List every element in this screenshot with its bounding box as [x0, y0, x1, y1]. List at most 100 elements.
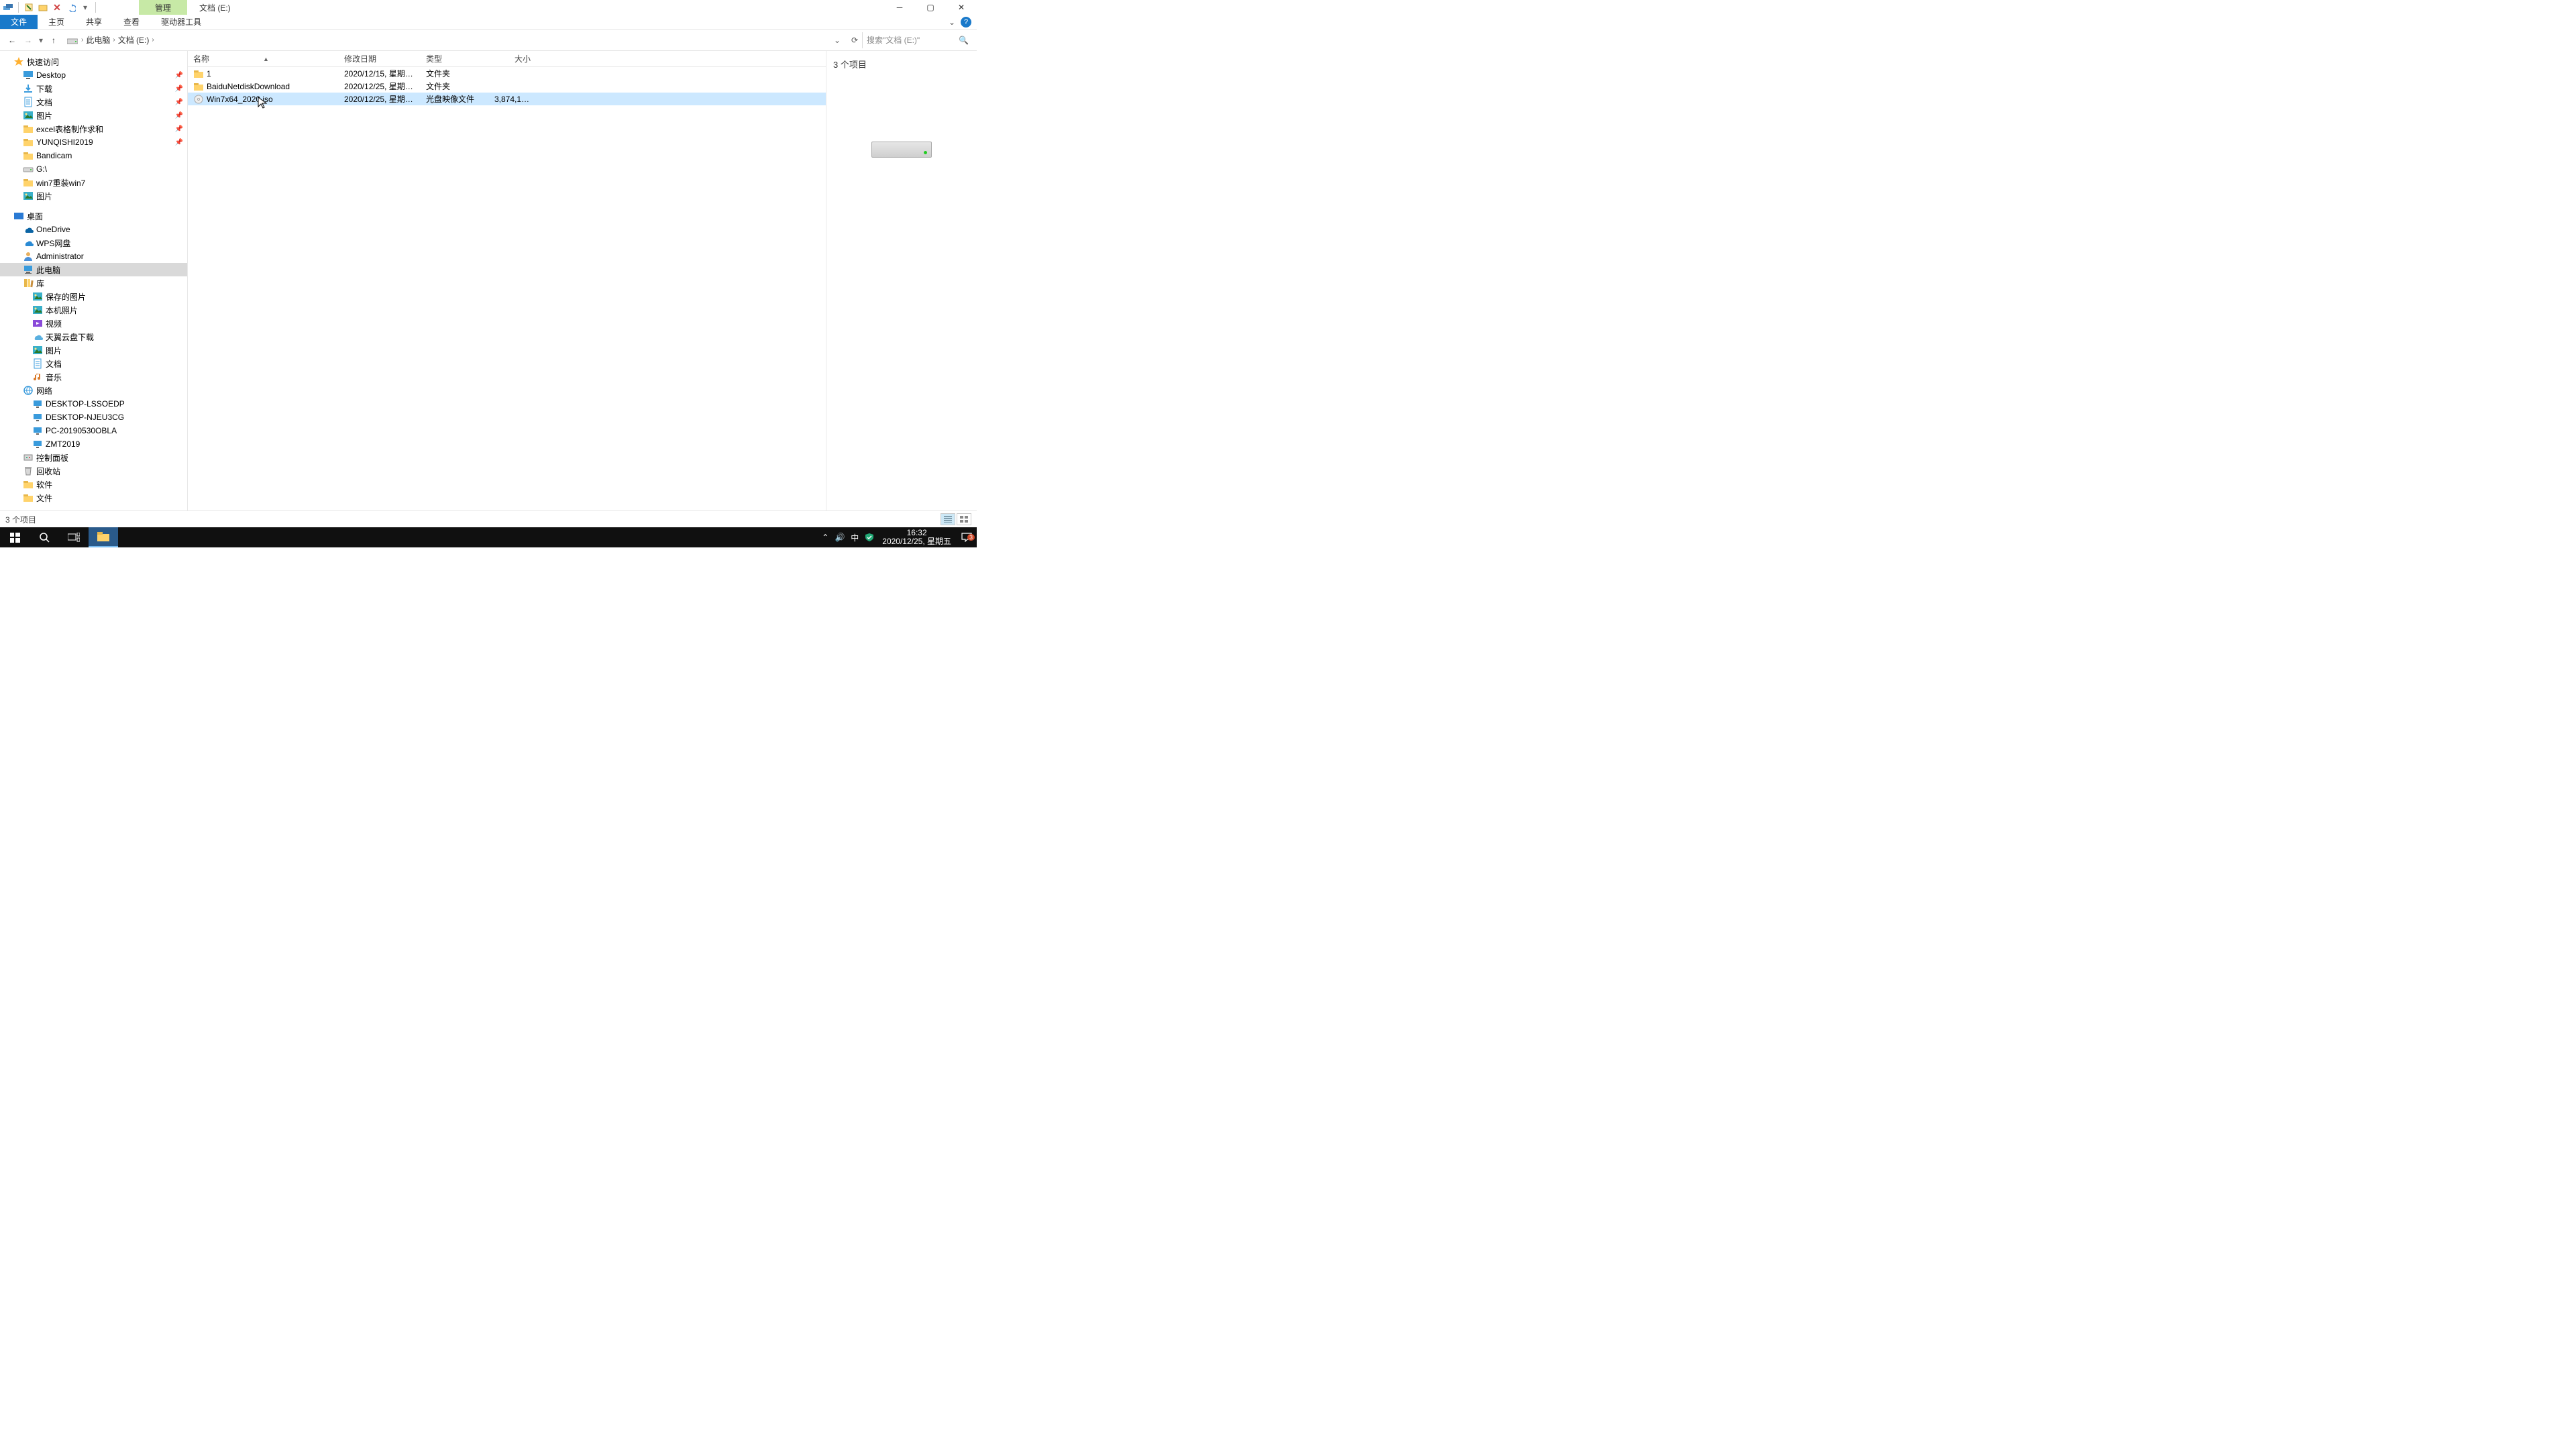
tree-node[interactable]: 软件: [0, 478, 187, 491]
address-dropdown-icon[interactable]: ⌄: [830, 36, 845, 45]
tree-node[interactable]: 库: [0, 276, 187, 290]
taskbar-clock[interactable]: 16:32 2020/12/25, 星期五: [877, 529, 957, 546]
tree-node[interactable]: 桌面: [0, 209, 187, 223]
col-type[interactable]: 类型: [421, 53, 489, 64]
tree-node[interactable]: 图片📌: [0, 109, 187, 122]
tree-node[interactable]: Administrator: [0, 250, 187, 263]
quick-access-toolbar: ✕ ▾: [0, 2, 97, 13]
nav-recent-dropdown[interactable]: ▾: [36, 32, 46, 48]
search-icon[interactable]: 🔍: [959, 36, 969, 45]
doc-icon: [32, 358, 43, 369]
tree-node[interactable]: YUNQISHI2019📌: [0, 136, 187, 149]
file-row[interactable]: BaiduNetdiskDownload2020/12/25, 星期五 1...…: [188, 80, 826, 93]
ime-indicator[interactable]: 中: [847, 532, 862, 543]
tree-node[interactable]: excel表格制作求和📌: [0, 122, 187, 136]
refresh-button[interactable]: ⟳: [847, 36, 862, 45]
explorer-taskbar-button[interactable]: [89, 527, 118, 547]
breadcrumb[interactable]: › 此电脑 › 文档 (E:) › ⌄: [64, 32, 845, 48]
tree-node[interactable]: 快速访问: [0, 55, 187, 68]
nav-up-button[interactable]: ↑: [46, 32, 62, 48]
tree-label: 音乐: [46, 372, 62, 383]
tree-node[interactable]: 文档📌: [0, 95, 187, 109]
taskview-button[interactable]: [59, 527, 89, 547]
user-icon: [23, 251, 34, 262]
volume-icon[interactable]: 🔊: [833, 533, 847, 542]
tree-node[interactable]: 回收站: [0, 464, 187, 478]
qat-undo-icon[interactable]: [66, 2, 76, 13]
tree-node[interactable]: ZMT2019: [0, 437, 187, 451]
col-date[interactable]: 修改日期: [339, 53, 421, 64]
col-size[interactable]: 大小: [489, 53, 536, 64]
tree-node[interactable]: 文档: [0, 357, 187, 370]
tree-node[interactable]: 图片: [0, 189, 187, 203]
tree-node[interactable]: PC-20190530OBLA: [0, 424, 187, 437]
tree-node[interactable]: Bandicam: [0, 149, 187, 162]
search-input[interactable]: 搜索"文档 (E:)" 🔍: [862, 32, 973, 48]
tree-node[interactable]: DESKTOP-NJEU3CG: [0, 411, 187, 424]
tree-node[interactable]: 本机照片: [0, 303, 187, 317]
pin-icon: 📌: [175, 99, 183, 106]
minimize-button[interactable]: ─: [884, 3, 915, 12]
tree-node[interactable]: Desktop📌: [0, 68, 187, 82]
tree-node[interactable]: OneDrive: [0, 223, 187, 236]
ribbon-tab-view[interactable]: 查看: [113, 15, 150, 29]
ribbon-tab-home[interactable]: 主页: [38, 15, 75, 29]
tree-node[interactable]: 控制面板: [0, 451, 187, 464]
nav-forward-button[interactable]: →: [20, 32, 36, 48]
ribbon-collapse-icon[interactable]: ⌄: [949, 17, 955, 27]
search-button[interactable]: [30, 527, 59, 547]
help-icon[interactable]: ?: [961, 17, 971, 28]
tree-node[interactable]: 音乐: [0, 370, 187, 384]
file-list[interactable]: 名称▲ 修改日期 类型 大小 12020/12/15, 星期二 1...文件夹B…: [188, 51, 826, 531]
tree-node[interactable]: WPS网盘: [0, 236, 187, 250]
tree-node[interactable]: 网络: [0, 384, 187, 397]
doc-icon: [23, 97, 34, 107]
qat-dropdown-icon[interactable]: ▾: [80, 2, 91, 13]
tree-label: Administrator: [36, 252, 84, 261]
security-icon[interactable]: [862, 533, 877, 542]
file-row[interactable]: 12020/12/15, 星期二 1...文件夹: [188, 67, 826, 80]
view-icons-button[interactable]: [957, 513, 971, 525]
notification-badge: 3: [967, 534, 975, 541]
maximize-button[interactable]: ▢: [915, 3, 946, 12]
folder-icon: [23, 177, 34, 188]
ribbon-context-tab[interactable]: 管理: [139, 0, 187, 15]
tree-node[interactable]: win7重装win7: [0, 176, 187, 189]
tree-node[interactable]: 下载📌: [0, 82, 187, 95]
tree-node[interactable]: 保存的图片: [0, 290, 187, 303]
tray-overflow-icon[interactable]: ⌃: [818, 533, 833, 542]
search-placeholder: 搜索"文档 (E:)": [867, 34, 920, 46]
view-details-button[interactable]: [941, 513, 955, 525]
tree-node[interactable]: 文件: [0, 491, 187, 504]
crumb-drive[interactable]: 文档 (E:): [116, 34, 152, 46]
tree-node[interactable]: 视频: [0, 317, 187, 330]
action-center-button[interactable]: 3: [957, 533, 977, 542]
nav-back-button[interactable]: ←: [4, 32, 20, 48]
qat-newfolder-icon[interactable]: [38, 2, 48, 13]
file-row[interactable]: Win7x64_2020.iso2020/12/25, 星期五 1...光盘映像…: [188, 93, 826, 105]
col-name[interactable]: 名称▲: [188, 53, 339, 64]
tree-label: DESKTOP-LSSOEDP: [46, 399, 125, 409]
start-button[interactable]: [0, 527, 30, 547]
navigation-tree[interactable]: 快速访问Desktop📌下载📌文档📌图片📌excel表格制作求和📌YUNQISH…: [0, 51, 188, 531]
ribbon-tab-drivetools[interactable]: 驱动器工具: [150, 15, 212, 29]
folder-icon: [193, 81, 204, 92]
tree-node[interactable]: 图片: [0, 343, 187, 357]
chevron-right-icon[interactable]: ›: [151, 36, 154, 44]
tree-node[interactable]: 此电脑: [0, 263, 187, 276]
tree-node[interactable]: 天翼云盘下载: [0, 330, 187, 343]
qat-properties-icon[interactable]: [23, 2, 34, 13]
close-button[interactable]: ✕: [946, 3, 977, 12]
ribbon-tab-share[interactable]: 共享: [75, 15, 113, 29]
wps-icon: [23, 237, 34, 248]
tree-label: 网络: [36, 385, 52, 396]
file-date: 2020/12/25, 星期五 1...: [339, 93, 421, 105]
crumb-pc[interactable]: 此电脑: [84, 34, 112, 46]
folder-icon: [23, 492, 34, 503]
qat-delete-icon[interactable]: ✕: [52, 2, 62, 13]
status-bar: 3 个项目: [0, 511, 977, 527]
tree-node[interactable]: G:\: [0, 162, 187, 176]
folder-icon: [23, 123, 34, 134]
ribbon-tab-file[interactable]: 文件: [0, 15, 38, 29]
tree-node[interactable]: DESKTOP-LSSOEDP: [0, 397, 187, 411]
